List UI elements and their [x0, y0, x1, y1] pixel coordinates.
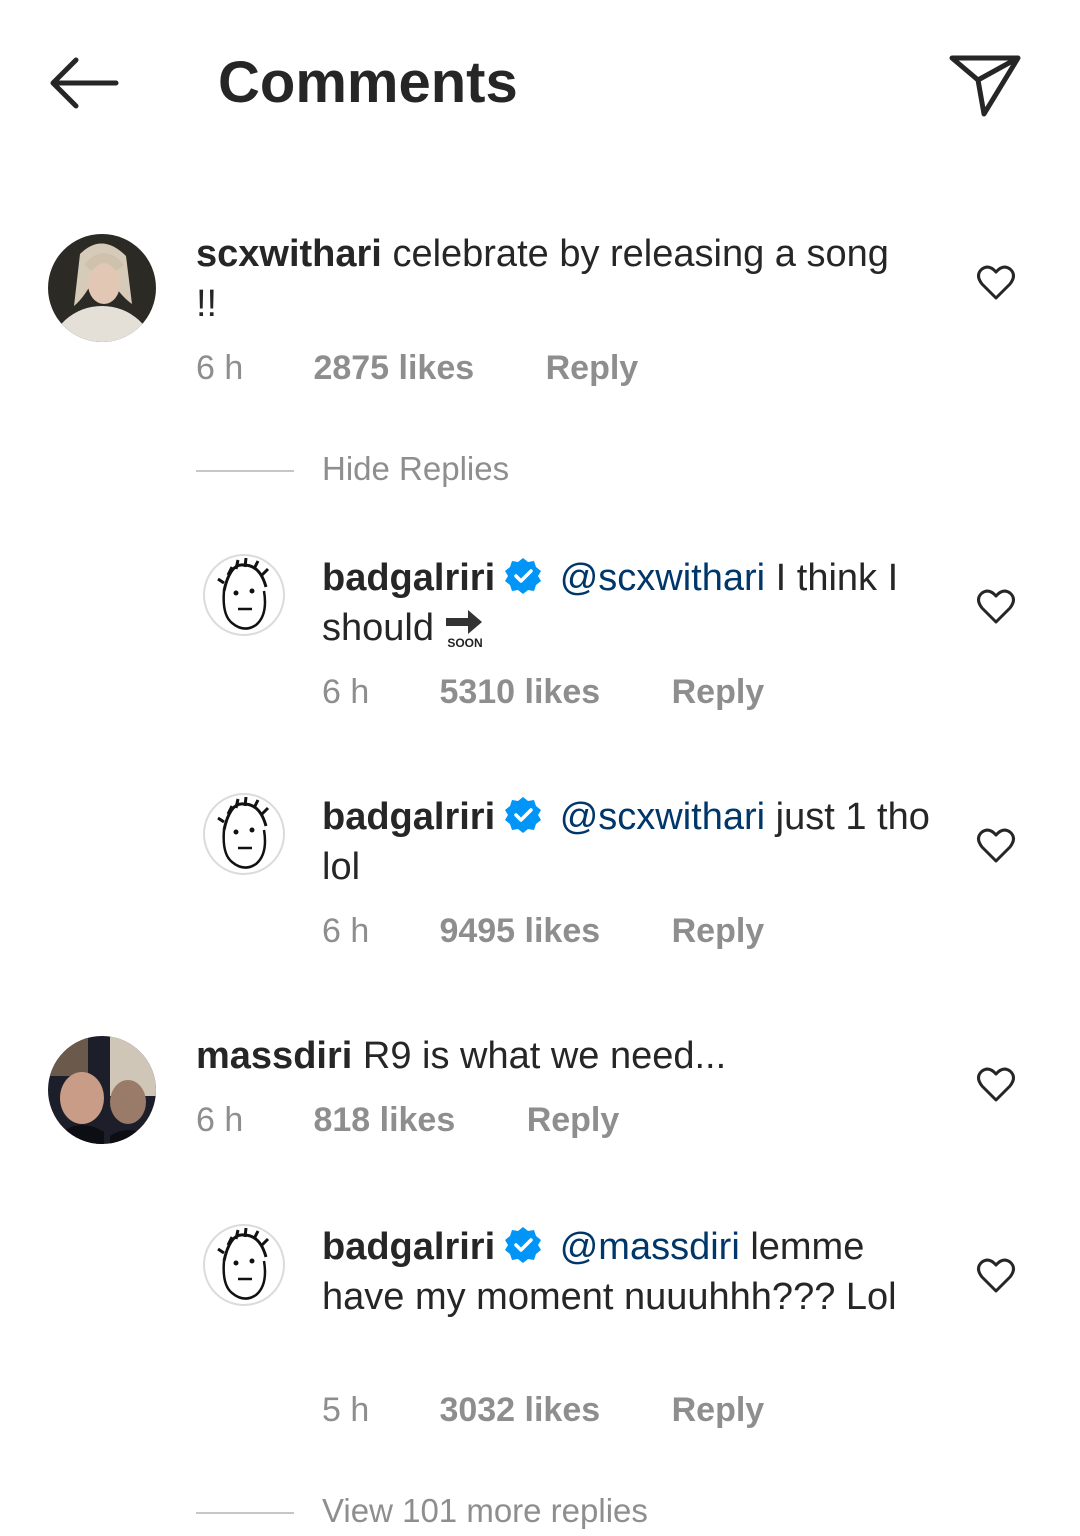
- cartoon-face-avatar-icon: [203, 554, 285, 636]
- heart-icon: [977, 828, 1015, 863]
- back-button[interactable]: [44, 50, 124, 116]
- heart-icon: [977, 1067, 1015, 1102]
- reply-mention[interactable]: @scxwithari: [560, 796, 765, 838]
- reply-button[interactable]: Reply: [546, 348, 639, 388]
- soon-emoji-label: SOON: [447, 636, 482, 650]
- reply-username[interactable]: badgalriri: [322, 557, 495, 599]
- heart-icon: [977, 1258, 1015, 1293]
- reply-text: badgalriri @scxwithari I think I should S…: [322, 553, 932, 653]
- avatar-badgalriri[interactable]: [202, 1223, 286, 1307]
- reply-button[interactable]: Reply: [672, 911, 765, 951]
- like-button[interactable]: [976, 826, 1016, 866]
- reply-meta: 6 h 9495 likes Reply: [322, 911, 764, 951]
- page-title: Comments: [218, 50, 518, 115]
- back-arrow-icon: [50, 57, 119, 109]
- profile-photo-icon: [48, 234, 156, 342]
- comment-likes[interactable]: 2875 likes: [313, 348, 474, 388]
- reply-mention[interactable]: @massdiri: [560, 1226, 740, 1268]
- reply-mention[interactable]: @scxwithari: [560, 557, 765, 599]
- reply-likes[interactable]: 5310 likes: [439, 672, 600, 712]
- avatar-scxwithari[interactable]: [48, 234, 156, 342]
- reply-username[interactable]: badgalriri: [322, 1226, 495, 1268]
- like-button[interactable]: [976, 263, 1016, 303]
- comment-body: R9 is what we need...: [362, 1035, 727, 1077]
- cartoon-face-avatar-icon: [203, 1224, 285, 1306]
- like-button[interactable]: [976, 1065, 1016, 1105]
- hide-replies-toggle[interactable]: Hide Replies: [196, 450, 509, 488]
- reply-likes[interactable]: 9495 likes: [439, 911, 600, 951]
- reply-text: badgalriri @massdiri lemme have my momen…: [322, 1222, 932, 1322]
- profile-photo-icon: [48, 1036, 156, 1144]
- reply-button[interactable]: Reply: [672, 1390, 765, 1430]
- heart-icon: [977, 265, 1015, 300]
- like-button[interactable]: [976, 587, 1016, 627]
- soon-arrow-emoji-icon: SOON: [445, 610, 483, 650]
- comment-likes[interactable]: 818 likes: [313, 1100, 455, 1140]
- thread-divider: [196, 1512, 294, 1515]
- comment-time: 6 h: [196, 349, 244, 387]
- comment-text: massdiri R9 is what we need...: [196, 1031, 916, 1081]
- thread-divider: [196, 470, 294, 473]
- comment-text: scxwithari celebrate by releasing a song…: [196, 229, 916, 329]
- like-button[interactable]: [976, 1256, 1016, 1296]
- comment-username[interactable]: massdiri: [196, 1035, 352, 1077]
- direct-share-button[interactable]: [944, 48, 1024, 120]
- avatar-badgalriri[interactable]: [202, 792, 286, 876]
- comment-username[interactable]: scxwithari: [196, 233, 382, 275]
- reply-time: 5 h: [322, 1391, 370, 1429]
- verified-badge-icon: [505, 1227, 542, 1263]
- view-more-replies-label: View 101 more replies: [322, 1492, 648, 1529]
- reply-button[interactable]: Reply: [527, 1100, 620, 1140]
- cartoon-face-avatar-icon: [203, 793, 285, 875]
- avatar-massdiri[interactable]: [48, 1036, 156, 1144]
- verified-badge-icon: [505, 797, 542, 833]
- reply-meta: 6 h 5310 likes Reply: [322, 672, 764, 712]
- reply-meta: 5 h 3032 likes Reply: [322, 1390, 764, 1430]
- verified-badge-icon: [505, 558, 542, 594]
- reply-text: badgalriri @scxwithari just 1 tho lol: [322, 792, 932, 892]
- send-icon: [949, 55, 1021, 117]
- hide-replies-label: Hide Replies: [322, 450, 510, 487]
- avatar-badgalriri[interactable]: [202, 553, 286, 637]
- header-bar: Comments: [0, 0, 1080, 170]
- reply-time: 6 h: [322, 912, 370, 950]
- view-more-replies-toggle[interactable]: View 101 more replies: [196, 1492, 648, 1530]
- reply-username[interactable]: badgalriri: [322, 796, 495, 838]
- reply-likes[interactable]: 3032 likes: [439, 1390, 600, 1430]
- reply-time: 6 h: [322, 673, 370, 711]
- heart-icon: [977, 589, 1015, 624]
- comment-time: 6 h: [196, 1101, 244, 1139]
- comment-meta: 6 h 818 likes Reply: [196, 1100, 619, 1140]
- comment-meta: 6 h 2875 likes Reply: [196, 348, 638, 388]
- reply-button[interactable]: Reply: [672, 672, 765, 712]
